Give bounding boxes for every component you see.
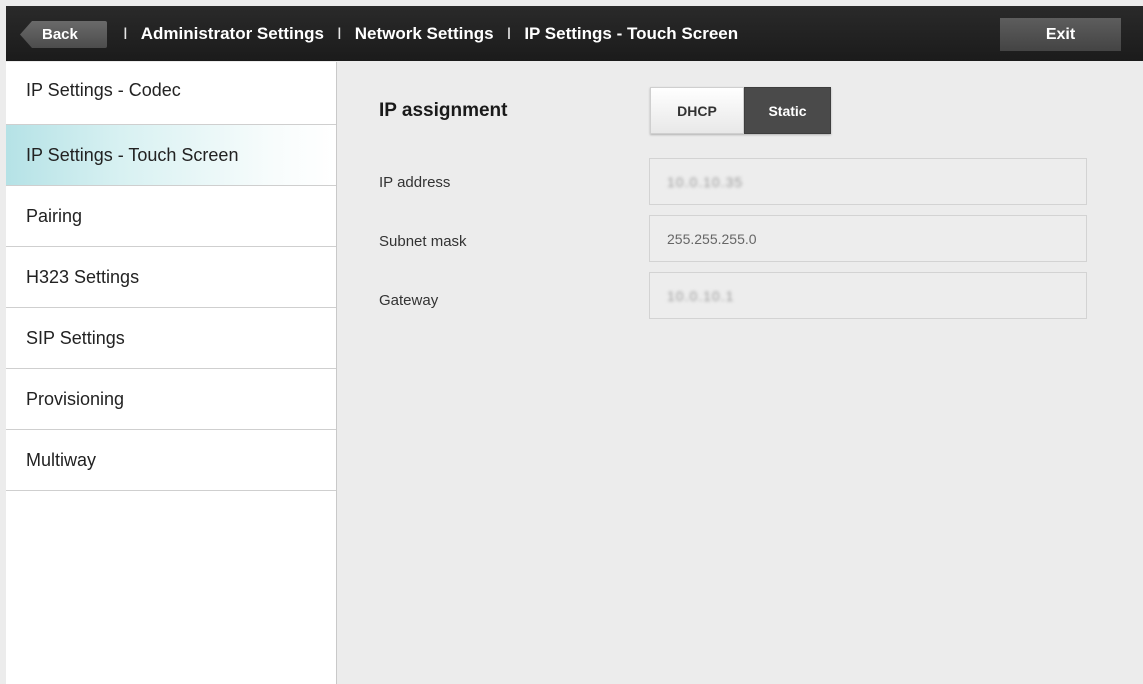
- breadcrumb-current-page: IP Settings - Touch Screen: [524, 23, 739, 43]
- sidebar-item-sip-settings[interactable]: SIP Settings: [6, 308, 336, 369]
- exit-button[interactable]: Exit: [1000, 18, 1121, 51]
- gateway-label: Gateway: [379, 292, 439, 309]
- breadcrumb-administrator-settings[interactable]: Administrator Settings: [141, 24, 324, 44]
- breadcrumb: I Administrator Settings I Network Setti…: [110, 6, 738, 61]
- ip-assignment-toggle: DHCP Static: [650, 87, 831, 134]
- sidebar-item-label: Multiway: [26, 449, 97, 470]
- sidebar-item-label: SIP Settings: [26, 327, 125, 348]
- sidebar-item-label: H323 Settings: [26, 266, 140, 287]
- ip-assignment-label: IP assignment: [379, 100, 508, 121]
- sidebar-item-multiway[interactable]: Multiway: [6, 430, 336, 491]
- back-button[interactable]: Back: [20, 21, 107, 48]
- gateway-field[interactable]: 10.0.10.1: [649, 272, 1087, 319]
- sidebar-item-label: Pairing: [26, 205, 83, 226]
- main-content: IP assignment DHCP Static IP address 10.…: [338, 62, 1143, 684]
- top-bar: Back I Administrator Settings I Network …: [6, 6, 1143, 61]
- subnet-mask-label: Subnet mask: [379, 233, 467, 250]
- sidebar-item-ip-settings-codec[interactable]: IP Settings - Codec: [6, 62, 336, 125]
- subnet-mask-field[interactable]: 255.255.255.0: [649, 215, 1087, 262]
- sidebar: IP Settings - Codec IP Settings - Touch …: [6, 62, 337, 684]
- ip-address-field[interactable]: 10.0.10.35: [649, 158, 1087, 205]
- breadcrumb-network-settings[interactable]: Network Settings: [355, 24, 494, 44]
- sidebar-item-h323-settings[interactable]: H323 Settings: [6, 247, 336, 308]
- dhcp-option-button[interactable]: DHCP: [650, 87, 744, 134]
- breadcrumb-separator: I: [123, 23, 128, 43]
- static-option-button[interactable]: Static: [744, 87, 831, 134]
- sidebar-item-label: IP Settings - Touch Screen: [26, 144, 239, 165]
- sidebar-item-label: IP Settings - Codec: [26, 79, 181, 100]
- sidebar-item-pairing[interactable]: Pairing: [6, 186, 336, 247]
- ip-address-label: IP address: [379, 174, 451, 191]
- sidebar-item-provisioning[interactable]: Provisioning: [6, 369, 336, 430]
- gateway-value: 10.0.10.1: [667, 287, 735, 304]
- ip-address-value: 10.0.10.35: [667, 173, 744, 190]
- breadcrumb-separator: I: [506, 23, 512, 43]
- sidebar-item-ip-settings-touch-screen[interactable]: IP Settings - Touch Screen: [6, 125, 336, 186]
- breadcrumb-separator: I: [336, 23, 342, 43]
- sidebar-item-label: Provisioning: [26, 388, 125, 409]
- subnet-mask-value: 255.255.255.0: [667, 230, 757, 247]
- app-frame: Back I Administrator Settings I Network …: [0, 0, 1143, 684]
